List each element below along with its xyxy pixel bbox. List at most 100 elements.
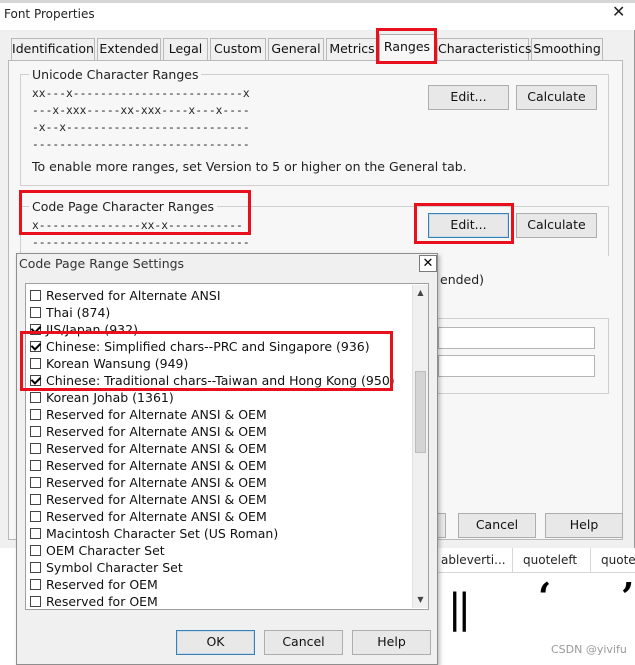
checkbox[interactable]	[30, 409, 41, 420]
tab-extended[interactable]: Extended	[97, 38, 161, 60]
list-item-label: Reserved for OEM	[46, 594, 158, 609]
unicode-edit-button[interactable]: Edit...	[428, 85, 509, 110]
checkbox[interactable]	[30, 307, 41, 318]
list-scrollbar[interactable]: ▲ ▼	[412, 285, 428, 608]
list-item[interactable]: Thai (874)	[30, 304, 110, 321]
checkbox[interactable]	[30, 528, 41, 539]
checkbox[interactable]	[30, 392, 41, 403]
checkbox[interactable]	[30, 545, 41, 556]
codepage-edit-button[interactable]: Edit...	[428, 213, 509, 238]
scroll-thumb[interactable]	[415, 371, 426, 453]
list-item[interactable]: Reserved for Alternate ANSI & OEM	[30, 474, 267, 491]
list-item-label: OEM Character Set	[46, 543, 165, 558]
dialog-close-icon[interactable]: ✕	[419, 255, 437, 272]
unicode-ranges-line: xx---x-------------------------x	[32, 87, 250, 100]
unicode-ranges-line: ---x-xxx-----xx-xxx----x---x----	[32, 104, 250, 117]
tab-general[interactable]: General	[268, 38, 324, 60]
checkbox[interactable]	[30, 443, 41, 454]
tab-custom[interactable]: Custom	[210, 38, 266, 60]
codepage-ranges-title: Code Page Character Ranges	[29, 199, 218, 214]
checkbox[interactable]	[30, 477, 41, 488]
checkbox[interactable]	[30, 579, 41, 590]
list-item[interactable]: JIS/Japan (932)	[30, 321, 138, 338]
checkbox[interactable]	[30, 511, 41, 522]
list-item-label: Reserved for Alternate ANSI & OEM	[46, 475, 267, 490]
list-item[interactable]: Symbol Character Set	[30, 559, 183, 576]
unicode-calculate-button[interactable]: Calculate	[516, 85, 597, 110]
tab-metrics[interactable]: Metrics	[326, 38, 378, 60]
glyph-cell[interactable]: ‘	[538, 574, 551, 619]
window-close-icon[interactable]: ✕	[612, 4, 625, 20]
code-page-list[interactable]: Reserved for Alternate ANSI Thai (874) J…	[25, 283, 429, 610]
code-page-range-settings-dialog: Code Page Range Settings ✕ Reserved for …	[16, 253, 438, 665]
list-item[interactable]: Reserved for OEM	[30, 576, 158, 593]
list-item[interactable]: Korean Johab (1361)	[30, 389, 174, 406]
list-item[interactable]: Reserved for Alternate ANSI	[30, 287, 221, 304]
list-item[interactable]: Chinese: Traditional chars--Taiwan and H…	[30, 372, 395, 389]
list-item[interactable]: Reserved for OEM	[30, 593, 158, 609]
list-item-label: Symbol Character Set	[46, 560, 183, 575]
list-item[interactable]: OEM Character Set	[30, 542, 165, 559]
dialog-ok-button[interactable]: OK	[176, 630, 255, 655]
watermark: CSDN @yivifu	[551, 643, 627, 656]
grid-divider	[436, 572, 635, 573]
checkbox[interactable]	[30, 290, 41, 301]
cancel-button[interactable]: Cancel	[458, 513, 536, 538]
list-item[interactable]: Reserved for Alternate ANSI & OEM	[30, 491, 267, 508]
tab-identification[interactable]: Identification	[11, 38, 95, 60]
list-item[interactable]: Korean Wansung (949)	[30, 355, 188, 372]
partial-textbox[interactable]	[438, 355, 595, 377]
list-item-label: JIS/Japan (932)	[46, 322, 138, 337]
list-item[interactable]: Reserved for Alternate ANSI & OEM	[30, 508, 267, 525]
list-item-label: Reserved for Alternate ANSI	[46, 288, 221, 303]
codepage-ranges-line: --------------------------------	[32, 236, 250, 249]
scroll-down-arrow-icon[interactable]: ▼	[413, 592, 428, 608]
checkbox[interactable]	[30, 358, 41, 369]
glyph-cell[interactable]: ||	[448, 586, 471, 632]
list-item[interactable]: Reserved for Alternate ANSI & OEM	[30, 440, 267, 457]
glyph-column-header[interactable]: quoteleft	[512, 548, 586, 572]
list-item-label: Chinese: Simplified chars--PRC and Singa…	[46, 339, 370, 354]
scroll-up-arrow-icon[interactable]: ▲	[413, 285, 428, 301]
tab-smoothing[interactable]: Smoothing	[531, 38, 603, 60]
partial-textbox[interactable]	[438, 327, 595, 349]
list-item[interactable]: Reserved for Alternate ANSI & OEM	[30, 423, 267, 440]
list-item[interactable]: Macintosh Character Set (US Roman)	[30, 525, 278, 542]
checkbox[interactable]	[30, 460, 41, 471]
list-item-label: Korean Wansung (949)	[46, 356, 189, 371]
glyph-column-header[interactable]: quoter	[590, 548, 635, 572]
codepage-calculate-button[interactable]: Calculate	[516, 213, 597, 238]
unicode-version-note: To enable more ranges, set Version to 5 …	[32, 159, 467, 174]
title-bar: Font Properties ✕	[0, 0, 635, 30]
top-strip	[0, 0, 635, 3]
list-item-label: Thai (874)	[46, 305, 111, 320]
checkbox[interactable]	[30, 494, 41, 505]
checkbox[interactable]	[30, 426, 41, 437]
dialog-help-button[interactable]: Help	[352, 630, 431, 655]
tab-legal[interactable]: Legal	[163, 38, 208, 60]
unicode-ranges-line: --------------------------------	[32, 138, 250, 151]
codepage-ranges-line: x---------------xx-x-----------	[32, 219, 243, 232]
list-item-label: Reserved for Alternate ANSI & OEM	[46, 509, 267, 524]
list-item[interactable]: Reserved for Alternate ANSI & OEM	[30, 457, 267, 474]
checkbox[interactable]	[30, 375, 41, 386]
checkbox[interactable]	[30, 596, 41, 607]
checkbox[interactable]	[30, 562, 41, 573]
list-item-label: Chinese: Traditional chars--Taiwan and H…	[46, 373, 395, 388]
list-item-label: Reserved for OEM	[46, 577, 158, 592]
unicode-ranges-line: -x--x---------------------------	[32, 121, 250, 134]
glyph-column-header[interactable]: ableverti...	[436, 548, 508, 572]
unicode-ranges-title: Unicode Character Ranges	[29, 67, 202, 82]
list-item[interactable]: Reserved for Alternate ANSI & OEM	[30, 406, 267, 423]
partial-label: ended)	[440, 272, 485, 287]
list-item[interactable]: Chinese: Simplified chars--PRC and Singa…	[30, 338, 370, 355]
help-button[interactable]: Help	[545, 513, 623, 538]
dialog-cancel-button[interactable]: Cancel	[264, 630, 343, 655]
list-item-label: Macintosh Character Set (US Roman)	[46, 526, 279, 541]
checkbox[interactable]	[30, 341, 41, 352]
tab-characteristics[interactable]: Characteristics	[437, 38, 531, 60]
list-item-label: Korean Johab (1361)	[46, 390, 174, 405]
glyph-cell[interactable]: ’	[621, 574, 634, 619]
checkbox[interactable]	[30, 324, 41, 335]
tab-ranges[interactable]: Ranges	[379, 34, 435, 61]
